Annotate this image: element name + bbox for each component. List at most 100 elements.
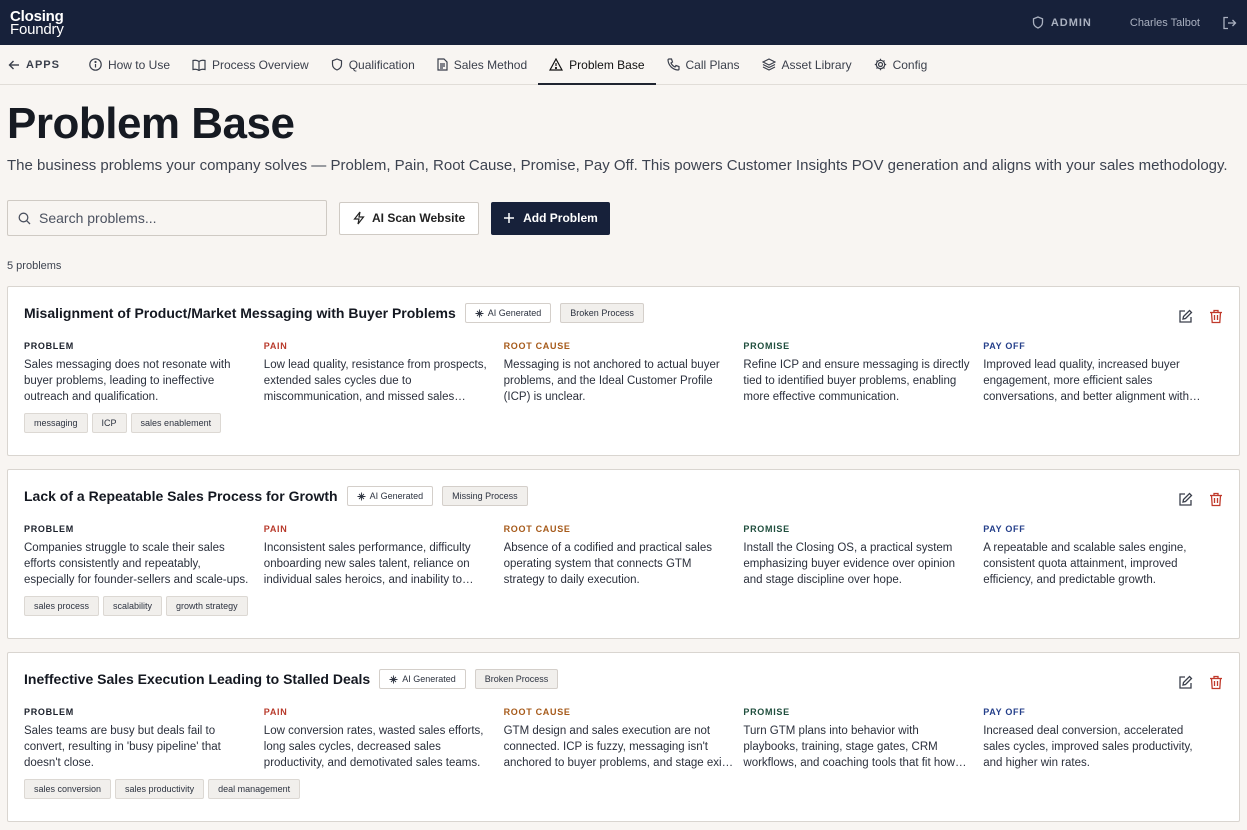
add-problem-button[interactable]: Add Problem <box>491 201 610 235</box>
tab-process-overview[interactable]: Process Overview <box>181 45 320 84</box>
tag[interactable]: sales enablement <box>130 413 222 433</box>
tag-list: sales conversion sales productivity deal… <box>24 779 1223 799</box>
tab-asset-library[interactable]: Asset Library <box>751 45 863 84</box>
arrow-left-icon <box>8 59 20 71</box>
tag-list: messaging ICP sales enablement <box>24 413 1223 433</box>
admin-badge[interactable]: ADMIN <box>1032 16 1092 29</box>
gear-icon <box>874 58 887 71</box>
process-type-badge: Missing Process <box>442 486 528 506</box>
root-cause-column: ROOT CAUSE Messaging is not anchored to a… <box>504 341 744 405</box>
tab-qualification[interactable]: Qualification <box>320 45 426 84</box>
tag-list: sales process scalability growth strateg… <box>24 596 1223 616</box>
edit-icon[interactable] <box>1178 675 1193 690</box>
tab-label: How to Use <box>107 57 170 72</box>
trash-icon[interactable] <box>1209 492 1223 507</box>
problem-title: Misalignment of Product/Market Messaging… <box>24 305 456 321</box>
edit-icon[interactable] <box>1178 492 1193 507</box>
tab-sales-method[interactable]: Sales Method <box>426 45 538 84</box>
tag[interactable]: sales process <box>24 596 100 616</box>
brand-logo[interactable]: Closing Foundry <box>10 9 64 38</box>
column-label: PROMISE <box>743 341 790 351</box>
problem-column: PROBLEM Sales teams are busy but deals fa… <box>24 707 264 771</box>
page-title: Problem Base <box>7 99 295 148</box>
ai-scan-label: AI Scan Website <box>372 211 466 225</box>
edit-icon[interactable] <box>1178 309 1193 324</box>
tab-label: Sales Method <box>453 57 528 72</box>
layers-icon <box>761 58 776 71</box>
root-cause-column: ROOT CAUSE Absence of a codified and prac… <box>504 524 744 588</box>
problem-card: Misalignment of Product/Market Messaging… <box>7 286 1240 456</box>
problem-card: Ineffective Sales Execution Leading to S… <box>7 652 1240 822</box>
column-label: ROOT CAUSE <box>503 341 571 351</box>
user-name: Charles Talbot <box>1129 16 1200 29</box>
warning-icon <box>549 58 564 71</box>
tag[interactable]: scalability <box>103 596 163 616</box>
tab-config[interactable]: Config <box>863 45 939 84</box>
problem-column: PROBLEM Sales messaging does not resonate… <box>24 341 264 405</box>
problem-title: Lack of a Repeatable Sales Process for G… <box>24 488 338 504</box>
main-content: Problem Base The business problems your … <box>0 99 1247 822</box>
tag[interactable]: sales productivity <box>115 779 205 799</box>
tag[interactable]: messaging <box>24 413 88 433</box>
problem-title: Ineffective Sales Execution Leading to S… <box>24 671 371 687</box>
tab-how-to-use[interactable]: How to Use <box>78 45 181 84</box>
tag[interactable]: growth strategy <box>166 596 248 616</box>
shield-icon <box>1032 16 1044 29</box>
document-icon <box>437 58 448 71</box>
brand-line2: Foundry <box>10 20 64 38</box>
column-text: A repeatable and scalable sales engine, … <box>983 542 1187 586</box>
problem-card: Lack of a Repeatable Sales Process for G… <box>7 469 1240 639</box>
top-bar: Closing Foundry ADMIN Charles Talbot <box>0 0 1247 45</box>
back-label: APPS <box>26 58 60 71</box>
column-text: Install the Closing OS, a practical syst… <box>743 542 955 586</box>
sparkle-icon <box>389 675 398 684</box>
column-text: Turn GTM plans into behavior with playbo… <box>743 725 955 769</box>
column-label: PAY OFF <box>983 707 1026 717</box>
process-type-badge: Broken Process <box>474 669 559 689</box>
back-to-apps-button[interactable]: APPS <box>8 45 78 84</box>
phone-icon <box>666 58 680 71</box>
process-type-badge: Broken Process <box>560 303 644 323</box>
problem-count: 5 problems <box>7 260 62 272</box>
column-label: ROOT CAUSE <box>503 524 571 534</box>
tab-label: Problem Base <box>569 57 645 72</box>
column-label: PAIN <box>263 341 288 351</box>
shield-icon <box>331 58 343 71</box>
column-label: PAIN <box>263 524 288 534</box>
tab-problem-base[interactable]: Problem Base <box>538 45 656 85</box>
badge-label: AI Generated <box>369 491 424 501</box>
tag[interactable]: deal management <box>208 779 301 799</box>
pay-off-column: PAY OFF A repeatable and scalable sales e… <box>983 524 1223 588</box>
trash-icon[interactable] <box>1209 675 1223 690</box>
badge-label: AI Generated <box>487 308 542 318</box>
column-text: Sales messaging does not resonate with b… <box>24 359 231 403</box>
tag[interactable]: ICP <box>91 413 127 433</box>
add-problem-label: Add Problem <box>523 211 598 225</box>
tag[interactable]: sales conversion <box>24 779 112 799</box>
lightning-icon <box>353 211 365 225</box>
column-label: PROMISE <box>743 524 790 534</box>
ai-scan-website-button[interactable]: AI Scan Website <box>339 201 480 235</box>
column-text: Sales teams are busy but deals fail to c… <box>24 725 221 769</box>
column-text: Increased deal conversion, accelerated s… <box>983 725 1193 769</box>
column-label: ROOT CAUSE <box>503 707 571 717</box>
column-text: GTM design and sales execution are not c… <box>503 725 731 769</box>
pay-off-column: PAY OFF Increased deal conversion, accele… <box>983 707 1223 771</box>
trash-icon[interactable] <box>1209 309 1223 324</box>
tab-call-plans[interactable]: Call Plans <box>656 45 751 84</box>
pay-off-column: PAY OFF Improved lead quality, increased … <box>983 341 1223 405</box>
nav-bar: APPS How to Use Process Overview Qualifi… <box>0 45 1247 85</box>
tab-label: Process Overview <box>212 57 309 72</box>
pain-column: PAIN Low lead quality, resistance from pr… <box>264 341 504 405</box>
promise-column: PROMISE Turn GTM plans into behavior with… <box>743 707 983 771</box>
column-text: Inconsistent sales performance, difficul… <box>263 542 471 586</box>
column-label: PROBLEM <box>24 524 74 534</box>
column-text: Messaging is not anchored to actual buye… <box>503 359 720 403</box>
column-label: PAY OFF <box>983 524 1026 534</box>
tab-label: Call Plans <box>685 57 740 72</box>
ai-generated-badge: AI Generated <box>346 486 434 506</box>
tab-label: Config <box>892 57 928 72</box>
logout-icon[interactable] <box>1222 16 1237 30</box>
search-input[interactable] <box>39 210 309 226</box>
info-icon <box>89 58 102 71</box>
